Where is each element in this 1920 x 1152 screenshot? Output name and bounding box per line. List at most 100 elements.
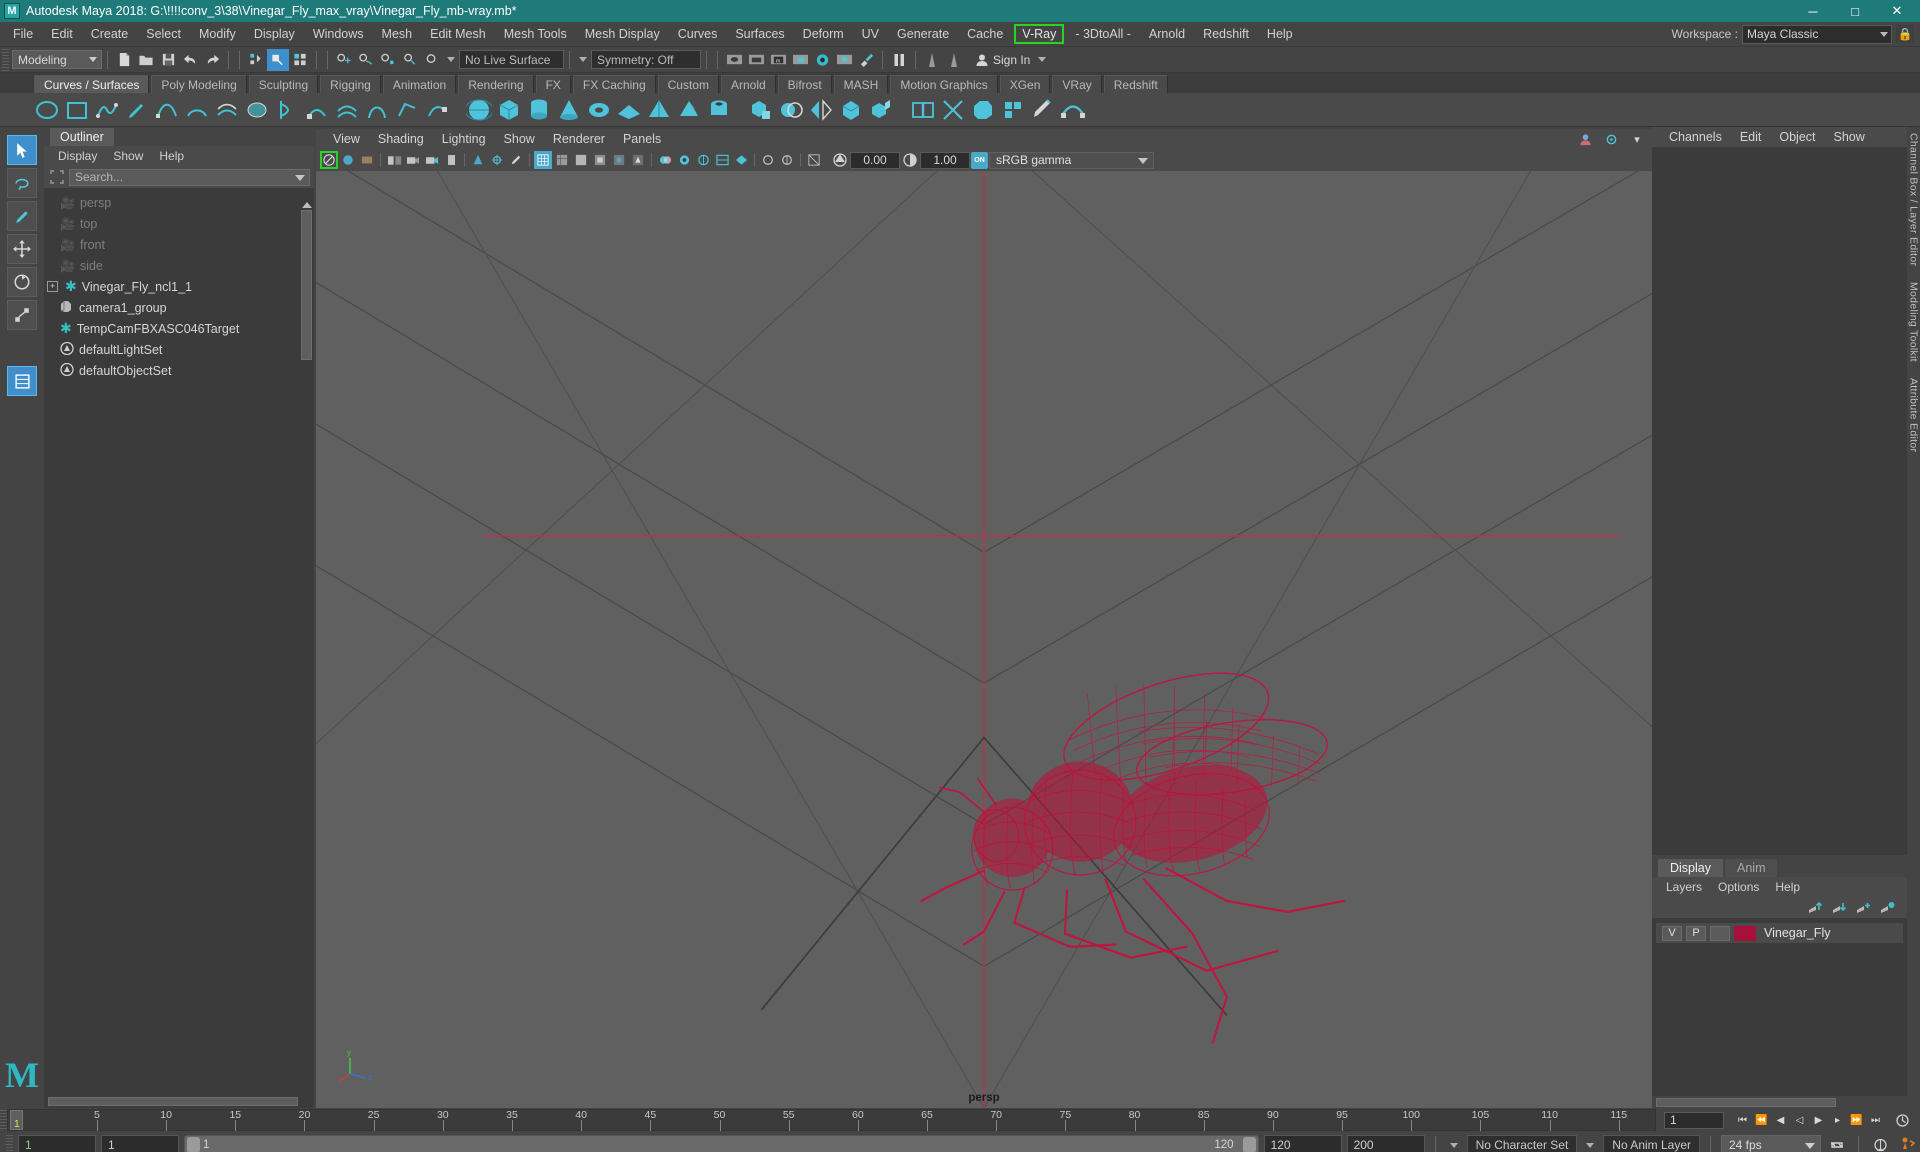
toolbar-grip[interactable] xyxy=(2,48,9,71)
channelbox-menu-channels[interactable]: Channels xyxy=(1660,128,1731,146)
menu-arnold[interactable]: Arnold xyxy=(1140,24,1194,44)
bookmark-icon[interactable] xyxy=(339,151,357,169)
shelf-tab-vray[interactable]: VRay xyxy=(1052,75,1102,93)
show-manipulator-tool-button[interactable] xyxy=(7,366,37,396)
outliner-search-input[interactable]: Search... xyxy=(69,168,310,186)
shelf-tab-fx-caching[interactable]: FX Caching xyxy=(572,75,656,93)
snap-to-curve-icon[interactable] xyxy=(355,49,377,71)
layer-menu-help[interactable]: Help xyxy=(1767,878,1808,896)
multisample-aa-icon[interactable] xyxy=(713,151,731,169)
snap-to-view-plane-icon[interactable] xyxy=(421,49,443,71)
select-object-icon[interactable] xyxy=(267,48,289,71)
shadows-icon[interactable] xyxy=(656,151,674,169)
animation-end-time-field[interactable]: 200 xyxy=(1346,1135,1425,1152)
menu-cache[interactable]: Cache xyxy=(958,24,1012,44)
go-to-start-icon[interactable]: ⏮ xyxy=(1734,1112,1751,1129)
layer-horizontal-scrollbar[interactable] xyxy=(1652,1096,1907,1108)
shelf-tab-poly-modeling[interactable]: Poly Modeling xyxy=(151,75,247,93)
snap-to-point-icon[interactable] xyxy=(377,49,399,71)
new-layer-icon[interactable] xyxy=(1856,901,1871,914)
isolate-select-icon[interactable] xyxy=(469,151,487,169)
viewport-menu-show[interactable]: Show xyxy=(495,130,544,148)
outliner-item-front[interactable]: 🎥 front xyxy=(44,234,314,255)
close-button[interactable]: ✕ xyxy=(1876,0,1918,22)
outliner-item-persp[interactable]: 🎥 persp xyxy=(44,192,314,213)
play-forwards-icon[interactable]: ▶ xyxy=(1810,1112,1827,1129)
menu-curves[interactable]: Curves xyxy=(669,24,727,44)
expand-toggle-icon[interactable]: + xyxy=(47,281,58,292)
shelf-tab-curves-surfaces[interactable]: Curves / Surfaces xyxy=(34,75,150,93)
animation-preferences-gear-icon[interactable] xyxy=(1896,1135,1920,1152)
redo-icon[interactable] xyxy=(201,49,223,71)
channelbox-menu-show[interactable]: Show xyxy=(1825,128,1874,146)
select-hierarchy-icon[interactable] xyxy=(245,49,267,71)
depth-peeling-icon[interactable] xyxy=(732,151,750,169)
viewport-user-icon[interactable] xyxy=(1576,130,1594,148)
two-pane-icon[interactable] xyxy=(385,151,403,169)
outliner-list[interactable]: 🎥 persp 🎥 top 🎥 front 🎥 side + ✱ Vinegar… xyxy=(44,188,314,1094)
auto-keyframe-toggle-icon[interactable] xyxy=(1869,1135,1891,1152)
playback-start-time-field[interactable]: 1 xyxy=(101,1135,179,1152)
shaded-wireframe-icon[interactable] xyxy=(572,151,590,169)
ipr-render-icon[interactable] xyxy=(745,49,767,71)
poly-cone-icon[interactable] xyxy=(556,97,582,123)
outliner-menu-display[interactable]: Display xyxy=(50,147,105,165)
menu-deform[interactable]: Deform xyxy=(794,24,853,44)
color-profile-select[interactable]: sRGB gamma xyxy=(989,151,1154,169)
square-surface-icon[interactable] xyxy=(394,97,420,123)
selection-filter-icon[interactable] xyxy=(48,168,66,186)
menu-edit[interactable]: Edit xyxy=(42,24,82,44)
scrollbar-thumb[interactable] xyxy=(301,210,312,360)
gpu-cache-icon[interactable] xyxy=(759,151,777,169)
playback-loop-icon[interactable] xyxy=(1826,1135,1848,1152)
view-transform-icon[interactable] xyxy=(805,151,823,169)
use-all-lights-icon[interactable] xyxy=(629,151,647,169)
live-surface-field[interactable]: No Live Surface xyxy=(459,50,564,69)
workspace-select[interactable]: Maya Classic xyxy=(1742,24,1892,44)
viewport-menu-lighting[interactable]: Lighting xyxy=(433,130,495,148)
xray-icon[interactable] xyxy=(488,151,506,169)
maximize-button[interactable]: □ xyxy=(1834,0,1876,22)
two-sided-lighting-icon[interactable] xyxy=(423,151,441,169)
menu-uv[interactable]: UV xyxy=(853,24,888,44)
outliner-item-vinegar-fly[interactable]: + ✱ Vinegar_Fly_ncl1_1 xyxy=(44,276,314,297)
poly-boolean-icon[interactable] xyxy=(778,97,804,123)
layer-visibility-toggle[interactable]: V xyxy=(1662,925,1682,941)
menu-mesh-tools[interactable]: Mesh Tools xyxy=(495,24,576,44)
outliner-item-top[interactable]: 🎥 top xyxy=(44,213,314,234)
poly-pyramid-icon[interactable] xyxy=(646,97,672,123)
animation-start-time-field[interactable]: 1 xyxy=(18,1135,96,1152)
select-camera-icon[interactable] xyxy=(320,151,338,169)
ep-curve-tool-icon[interactable] xyxy=(94,97,120,123)
menu-vray[interactable]: V-Ray xyxy=(1014,24,1065,44)
character-set-chevron-icon[interactable] xyxy=(1449,1142,1458,1148)
move-tool-button[interactable] xyxy=(7,234,37,264)
snap-to-projected-center-icon[interactable] xyxy=(399,49,421,71)
grid-toggle-icon[interactable] xyxy=(442,151,460,169)
motion-blur-icon[interactable] xyxy=(694,151,712,169)
smooth-shade-all-icon[interactable] xyxy=(553,151,571,169)
step-back-frame-icon[interactable]: ◀ xyxy=(1772,1112,1789,1129)
playback-current-frame-field[interactable]: 1 xyxy=(1664,1111,1724,1129)
gamma-field[interactable]: 1.00 xyxy=(920,151,970,169)
menu-select[interactable]: Select xyxy=(137,24,190,44)
step-forward-keyframe-icon[interactable]: ⏩ xyxy=(1848,1112,1865,1129)
range-slider-left-handle[interactable] xyxy=(187,1137,200,1152)
poly-smooth-icon[interactable] xyxy=(838,97,864,123)
go-to-end-icon[interactable]: ⏭ xyxy=(1867,1112,1884,1129)
menu-file[interactable]: File xyxy=(4,24,42,44)
menu-create[interactable]: Create xyxy=(82,24,138,44)
layer-row[interactable]: V P Vinegar_Fly xyxy=(1656,923,1903,943)
viewport-chevron-icon[interactable]: ▾ xyxy=(1628,130,1646,148)
outliner-horizontal-scrollbar[interactable] xyxy=(44,1094,314,1108)
poly-plane-icon[interactable] xyxy=(616,97,642,123)
textured-shade-icon[interactable] xyxy=(610,151,628,169)
current-time-indicator[interactable]: 1 xyxy=(10,1110,23,1130)
channelbox-menu-edit[interactable]: Edit xyxy=(1731,128,1771,146)
layer-color-swatch[interactable] xyxy=(1734,925,1756,941)
tab-display-layers[interactable]: Display xyxy=(1658,859,1723,877)
texture-filtering-icon[interactable] xyxy=(778,151,796,169)
save-scene-icon[interactable] xyxy=(157,49,179,71)
poly-bridge-icon[interactable] xyxy=(1060,97,1086,123)
new-layer-from-selected-icon[interactable] xyxy=(1880,901,1895,914)
